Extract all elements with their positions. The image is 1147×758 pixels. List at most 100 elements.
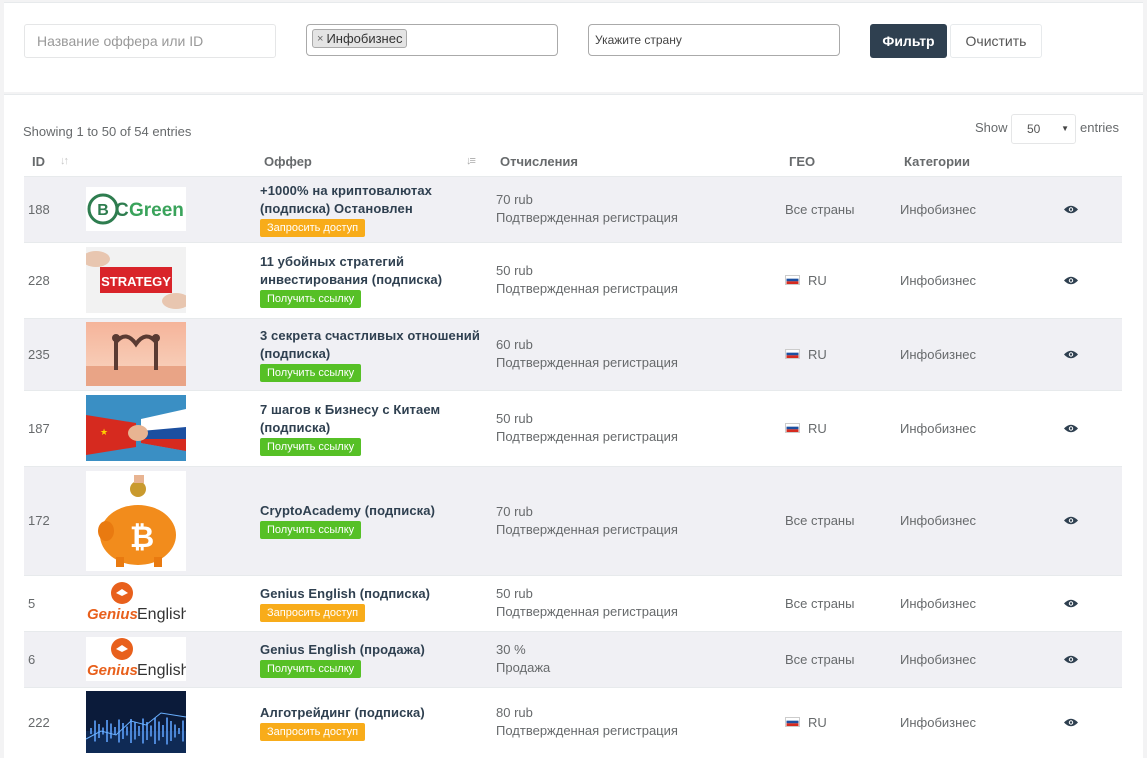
russia-flag-icon bbox=[785, 715, 800, 730]
geo-label: Все страны bbox=[785, 201, 855, 217]
column-header-categories-label: Категории bbox=[904, 154, 971, 170]
get-link-button[interactable]: Получить ссылку bbox=[260, 659, 362, 678]
offer-cell: CryptoAcademy (подписка) Получить ссылку bbox=[256, 465, 492, 575]
column-header-image bbox=[82, 148, 256, 177]
russia-flag-icon bbox=[785, 273, 800, 288]
offer-thumbnail[interactable]: ₿ bbox=[82, 465, 256, 575]
payout-cell: 70 rub Подтвержденная регистрация bbox=[492, 465, 781, 575]
country-select[interactable]: Укажите страну bbox=[588, 24, 840, 56]
offer-id: 222 bbox=[24, 686, 82, 757]
geo-label: RU bbox=[808, 420, 827, 436]
geo-cell: RU bbox=[781, 317, 896, 390]
offer-title[interactable]: CryptoAcademy (подписка) bbox=[260, 502, 488, 520]
sort-both-icon: ↓↑ bbox=[60, 155, 69, 167]
offer-title[interactable]: 3 секрета счастливых отношений (подписка… bbox=[260, 327, 488, 363]
offer-cell: Genius English (подписка) Запросить дост… bbox=[256, 574, 492, 631]
offer-id: 172 bbox=[24, 465, 82, 575]
geo-label: Все страны bbox=[785, 651, 855, 667]
offer-title[interactable]: Genius English (подписка) bbox=[260, 585, 488, 603]
geo-cell: RU bbox=[781, 241, 896, 318]
offer-title[interactable]: 11 убойных стратегий инвестирования (под… bbox=[260, 253, 488, 289]
svg-text:English: English bbox=[137, 606, 186, 623]
view-offer-cell bbox=[1036, 630, 1122, 687]
russia-flag-icon bbox=[785, 347, 800, 362]
offer-title[interactable]: +1000% на криптовалютах (подписка) Остан… bbox=[260, 182, 488, 218]
offer-thumbnail[interactable] bbox=[82, 317, 256, 390]
column-header-payout-label: Отчисления bbox=[500, 154, 578, 170]
geo-label: Все страны bbox=[785, 595, 855, 611]
tag-remove-icon[interactable]: × bbox=[317, 33, 323, 45]
offer-title[interactable]: 7 шагов к Бизнесу с Китаем (подписка) bbox=[260, 401, 488, 437]
column-header-geo: ГЕО bbox=[781, 148, 896, 177]
offer-thumbnail[interactable] bbox=[82, 686, 256, 757]
offer-thumbnail[interactable]: Genius English bbox=[82, 630, 256, 687]
category-cell: Инфобизнес bbox=[896, 465, 1036, 575]
geo-cell: Все страны bbox=[781, 175, 896, 242]
table-row: 5 Genius English Genius English (подписка… bbox=[24, 574, 1122, 631]
eye-icon[interactable] bbox=[1064, 596, 1078, 611]
table-row: 222 Алготрейдинг (подписка) Запросить до… bbox=[24, 686, 1122, 757]
eye-icon[interactable] bbox=[1064, 202, 1078, 217]
column-header-id[interactable]: ID ↓↑ bbox=[24, 148, 82, 177]
thumb-logo-text: Green bbox=[129, 200, 184, 221]
table-info: Showing 1 to 50 of 54 entries bbox=[23, 124, 192, 139]
eye-icon[interactable] bbox=[1064, 652, 1078, 667]
payout-cell: 80 rub Подтвержденная регистрация bbox=[492, 686, 781, 757]
eye-icon[interactable] bbox=[1064, 513, 1078, 528]
caret-down-icon: ▼ bbox=[1061, 124, 1069, 133]
russia-flag-icon bbox=[785, 421, 800, 436]
payout-amount: 60 rub bbox=[496, 337, 533, 352]
payout-amount: 30 % bbox=[496, 642, 526, 657]
offer-title[interactable]: Алготрейдинг (подписка) bbox=[260, 704, 488, 722]
payout-amount: 50 rub bbox=[496, 586, 533, 601]
payout-cell: 50 rub Подтвержденная регистрация bbox=[492, 241, 781, 318]
payout-type: Подтвержденная регистрация bbox=[496, 429, 678, 444]
eye-icon[interactable] bbox=[1064, 421, 1078, 436]
thumb-logo-text: STRATEGY bbox=[101, 274, 171, 289]
get-link-button[interactable]: Получить ссылку bbox=[260, 363, 362, 382]
get-link-button[interactable]: Получить ссылку bbox=[260, 437, 362, 456]
offer-thumbnail[interactable]: STRATEGY bbox=[82, 241, 256, 318]
payout-amount: 50 rub bbox=[496, 411, 533, 426]
offer-thumbnail[interactable]: B C Green bbox=[82, 175, 256, 242]
offer-search-input[interactable] bbox=[24, 24, 276, 58]
request-access-button[interactable]: Запросить доступ bbox=[260, 603, 366, 622]
category-cell: Инфобизнес bbox=[896, 389, 1036, 466]
page-length-select[interactable]: 50 ▼ bbox=[1011, 114, 1076, 144]
payout-type: Подтвержденная регистрация bbox=[496, 210, 678, 225]
offer-cell: 7 шагов к Бизнесу с Китаем (подписка) По… bbox=[256, 389, 492, 466]
country-placeholder: Укажите страну bbox=[595, 33, 682, 47]
payout-cell: 50 rub Подтвержденная регистрация bbox=[492, 389, 781, 466]
filter-button[interactable]: Фильтр bbox=[870, 24, 947, 58]
column-header-offer[interactable]: Оффер ↓≡ bbox=[256, 148, 492, 177]
geo-label: Все страны bbox=[785, 513, 855, 528]
payout-type: Подтвержденная регистрация bbox=[496, 521, 678, 537]
get-link-button[interactable]: Получить ссылку bbox=[260, 521, 362, 539]
geo-cell: Все страны bbox=[781, 574, 896, 631]
category-cell: Инфобизнес bbox=[896, 630, 1036, 687]
payout-type: Продажа bbox=[496, 660, 551, 675]
offer-cell: Genius English (продажа) Получить ссылку bbox=[256, 630, 492, 687]
offer-thumbnail[interactable]: ★ bbox=[82, 389, 256, 466]
table-row: 235 3 секрета счастливых отношений (подп… bbox=[24, 317, 1122, 390]
eye-icon[interactable] bbox=[1064, 273, 1078, 288]
table-row: 188 B C Green +1000% на криптовалютах (под… bbox=[24, 175, 1122, 242]
payout-cell: 60 rub Подтвержденная регистрация bbox=[492, 317, 781, 390]
request-access-button[interactable]: Запросить доступ bbox=[260, 722, 366, 741]
category-cell: Инфобизнес bbox=[896, 317, 1036, 390]
eye-icon[interactable] bbox=[1064, 347, 1078, 362]
category-select[interactable]: × Инфобизнес bbox=[306, 24, 558, 56]
clear-button[interactable]: Очистить bbox=[950, 24, 1042, 58]
category-cell: Инфобизнес bbox=[896, 686, 1036, 757]
offer-title[interactable]: Genius English (продажа) bbox=[260, 641, 488, 659]
eye-icon[interactable] bbox=[1064, 715, 1078, 730]
show-label: Show bbox=[975, 120, 1008, 135]
offers-panel: Showing 1 to 50 of 54 entries Show 50 ▼ … bbox=[4, 94, 1143, 758]
payout-type: Подтвержденная регистрация bbox=[496, 723, 678, 739]
offer-cell: 11 убойных стратегий инвестирования (под… bbox=[256, 241, 492, 318]
request-access-button[interactable]: Запросить доступ bbox=[260, 218, 366, 237]
column-header-categories: Категории bbox=[896, 148, 1036, 177]
offer-thumbnail[interactable]: Genius English bbox=[82, 574, 256, 631]
column-header-offer-label: Оффер bbox=[264, 154, 312, 170]
get-link-button[interactable]: Получить ссылку bbox=[260, 289, 362, 308]
